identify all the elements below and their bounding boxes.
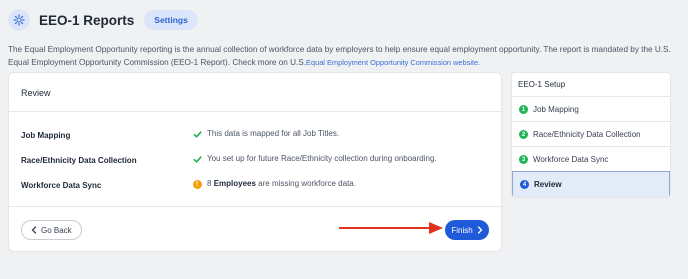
review-row-workforce-sync: Workforce Data Sync ! 8 Employees are mi…: [9, 178, 501, 192]
step-number-badge: 2: [519, 130, 528, 139]
annotation-arrow-icon: [339, 222, 443, 234]
row-status-text: You set up for future Race/Ethnicity col…: [207, 154, 437, 163]
setup-step-job-mapping[interactable]: 1 Job Mapping: [512, 96, 670, 122]
row-label: Race/Ethnicity Data Collection: [21, 156, 137, 165]
check-icon: [192, 154, 202, 164]
setup-title: EEO-1 Setup: [518, 80, 566, 89]
eeoc-website-link[interactable]: Equal Employment Opportunity Commission …: [306, 58, 480, 67]
step-number-badge: 4: [520, 180, 529, 189]
step-label: Workforce Data Sync: [533, 155, 609, 164]
missing-text: are missing workforce data.: [255, 179, 356, 188]
step-label: Review: [534, 180, 562, 189]
chevron-left-icon: [31, 226, 37, 234]
page-title: EEO-1 Reports: [39, 12, 135, 28]
setup-step-workforce-sync[interactable]: 3 Workforce Data Sync: [512, 146, 670, 172]
step-number-badge: 1: [519, 105, 528, 114]
page-header: EEO-1 Reports Settings: [8, 8, 198, 32]
step-label: Race/Ethnicity Data Collection: [533, 130, 641, 139]
missing-count: 8: [207, 179, 212, 188]
divider: [9, 206, 501, 207]
eeo1-setup-panel: EEO-1 Setup 1 Job Mapping 2 Race/Ethnici…: [511, 72, 671, 198]
setup-step-review[interactable]: 4 Review: [512, 171, 670, 197]
warning-icon: !: [192, 179, 202, 189]
settings-button[interactable]: Settings: [144, 10, 198, 30]
step-number-badge: 3: [519, 155, 528, 164]
review-title: Review: [21, 88, 51, 98]
row-status-text: This data is mapped for all Job Titles.: [207, 129, 340, 138]
row-label: Job Mapping: [21, 131, 71, 140]
review-row-race-ethnicity: Race/Ethnicity Data Collection You set u…: [9, 153, 501, 167]
check-icon: [192, 129, 202, 139]
go-back-label: Go Back: [41, 225, 72, 235]
step-label: Job Mapping: [533, 105, 579, 114]
review-row-job-mapping: Job Mapping This data is mapped for all …: [9, 128, 501, 142]
go-back-button[interactable]: Go Back: [21, 220, 82, 240]
setup-step-race-ethnicity[interactable]: 2 Race/Ethnicity Data Collection: [512, 121, 670, 147]
chevron-right-icon: [477, 226, 483, 234]
finish-button[interactable]: Finish: [445, 220, 489, 240]
row-label: Workforce Data Sync: [21, 181, 102, 190]
finish-label: Finish: [451, 225, 473, 235]
divider: [9, 111, 501, 112]
gear-icon: [8, 9, 30, 31]
row-status-text: 8 Employees are missing workforce data.: [207, 179, 356, 188]
page-description: The Equal Employment Opportunity reporti…: [8, 43, 678, 69]
missing-count-unit[interactable]: Employees: [214, 179, 256, 188]
